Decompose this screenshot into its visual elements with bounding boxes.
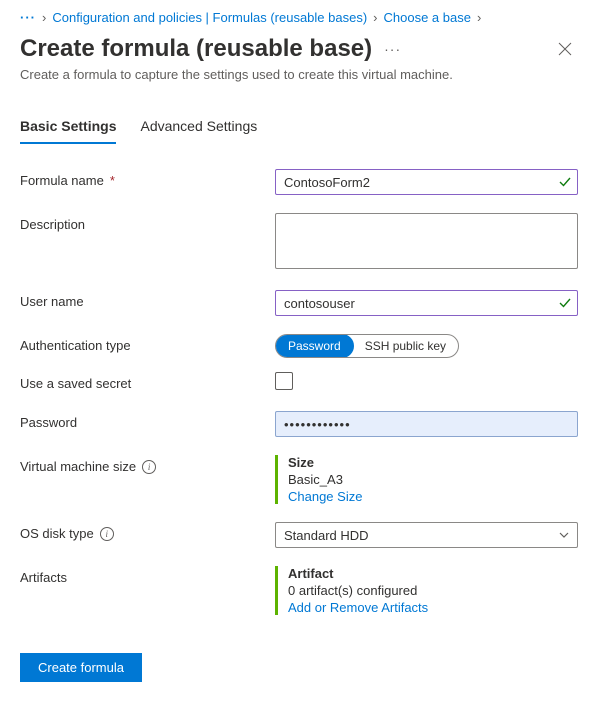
artifacts-heading: Artifact (288, 566, 578, 581)
title-more-icon[interactable]: ··· (384, 41, 401, 57)
artifacts-block: Artifact 0 artifact(s) configured Add or… (275, 566, 578, 615)
saved-secret-label: Use a saved secret (20, 372, 275, 391)
os-disk-label: OS disk type i (20, 522, 275, 541)
artifacts-value: 0 artifact(s) configured (288, 583, 578, 598)
check-icon (558, 175, 572, 189)
artifacts-label: Artifacts (20, 566, 275, 585)
tab-advanced-settings[interactable]: Advanced Settings (140, 112, 257, 144)
description-input[interactable] (275, 213, 578, 269)
info-icon[interactable]: i (100, 527, 114, 541)
tab-basic-settings[interactable]: Basic Settings (20, 112, 116, 144)
check-icon (558, 296, 572, 310)
auth-type-ssh[interactable]: SSH public key (353, 335, 458, 357)
breadcrumb-config-policies[interactable]: Configuration and policies | Formulas (r… (52, 10, 367, 25)
breadcrumb-sep: › (42, 10, 46, 25)
change-size-link[interactable]: Change Size (288, 489, 578, 504)
breadcrumb-sep: › (373, 10, 377, 25)
vm-size-label: Virtual machine size i (20, 455, 275, 474)
formula-name-label: Formula name* (20, 169, 275, 188)
user-name-label: User name (20, 290, 275, 309)
description-label: Description (20, 213, 275, 232)
auth-type-label: Authentication type (20, 334, 275, 353)
breadcrumb-more[interactable]: ··· (20, 10, 36, 25)
password-input[interactable] (275, 411, 578, 437)
info-icon[interactable]: i (142, 460, 156, 474)
breadcrumb-sep: › (477, 10, 481, 25)
formula-name-input[interactable] (275, 169, 578, 195)
artifacts-link[interactable]: Add or Remove Artifacts (288, 600, 578, 615)
auth-type-password[interactable]: Password (275, 334, 354, 358)
user-name-input[interactable] (275, 290, 578, 316)
saved-secret-checkbox[interactable] (275, 372, 293, 390)
page-title: Create formula (reusable base) (20, 35, 372, 63)
auth-type-toggle: Password SSH public key (275, 334, 459, 358)
breadcrumb: ··· › Configuration and policies | Formu… (20, 10, 578, 25)
breadcrumb-choose-base[interactable]: Choose a base (384, 10, 471, 25)
password-label: Password (20, 411, 275, 430)
vm-size-heading: Size (288, 455, 578, 470)
os-disk-select[interactable] (275, 522, 578, 548)
vm-size-block: Size Basic_A3 Change Size (275, 455, 578, 504)
vm-size-value: Basic_A3 (288, 472, 578, 487)
tabs: Basic Settings Advanced Settings (20, 112, 578, 145)
close-icon[interactable] (552, 36, 578, 62)
page-subtitle: Create a formula to capture the settings… (20, 67, 578, 82)
